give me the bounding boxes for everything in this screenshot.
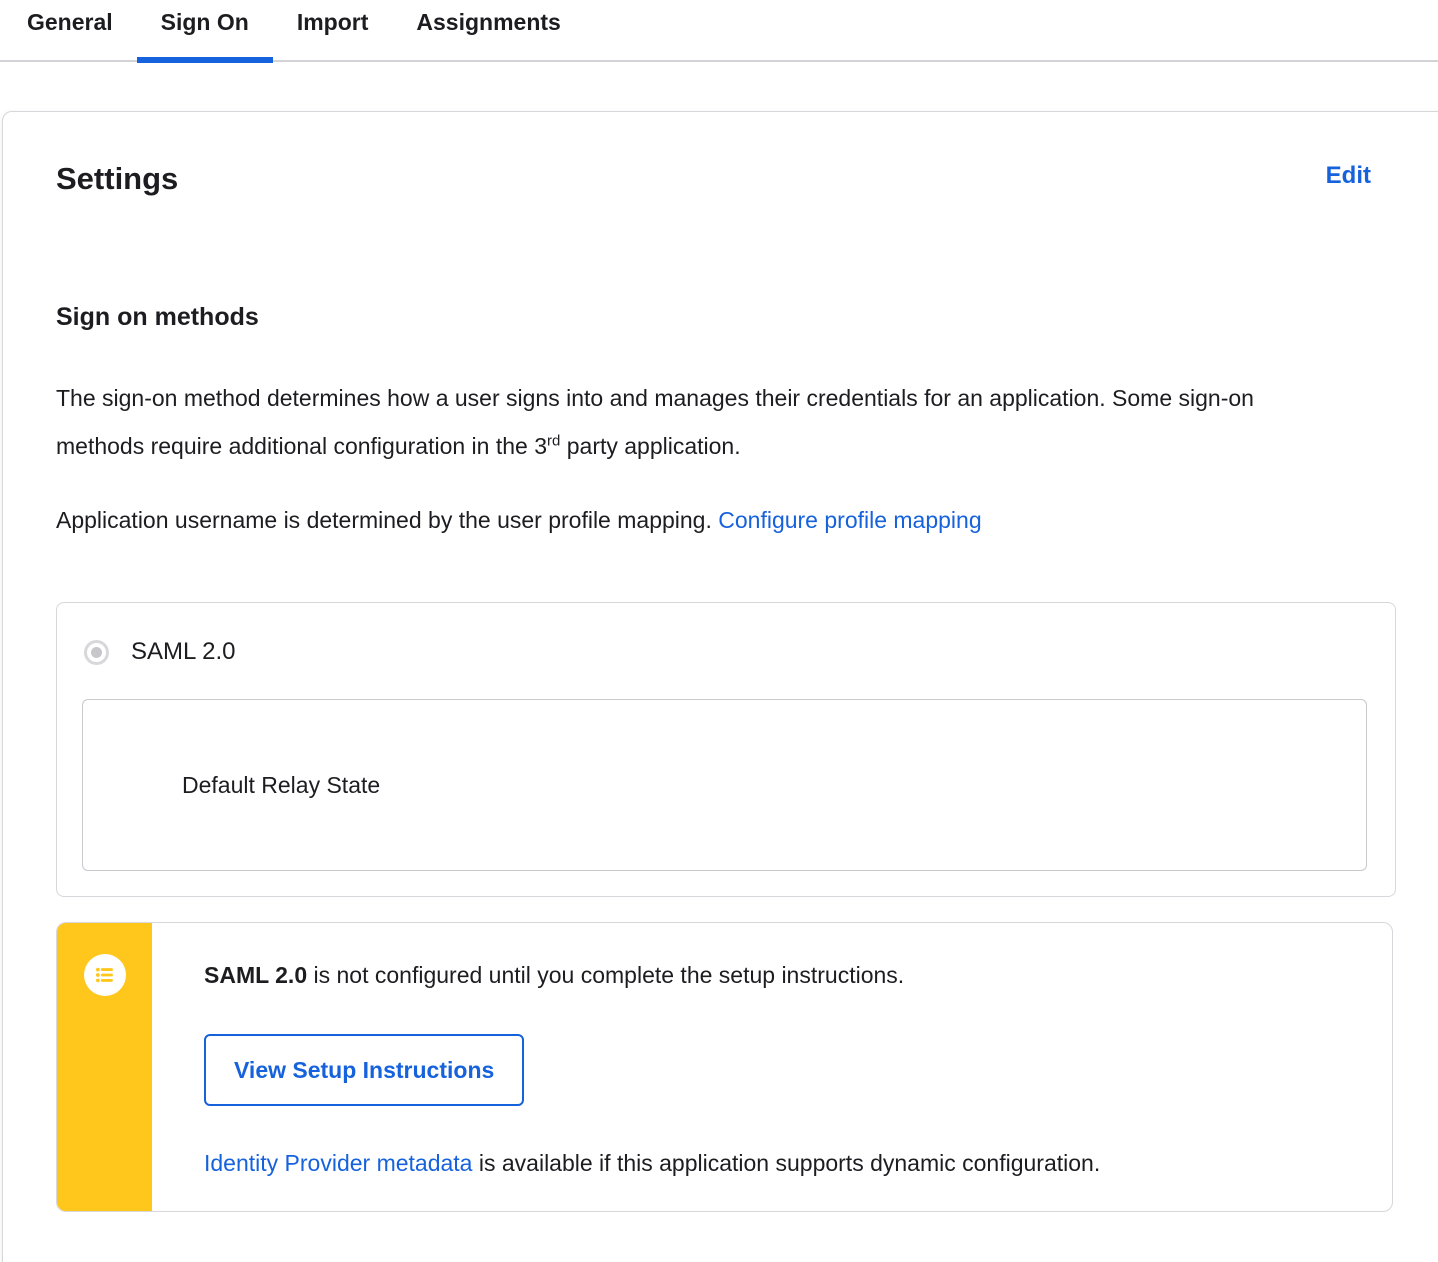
username-mapping-static-text: Application username is determined by th… (56, 507, 719, 533)
sign-on-methods-description: The sign-on method determines how a user… (56, 374, 1296, 470)
callout-method-name: SAML 2.0 (204, 962, 308, 988)
settings-card: Settings Edit Sign on methods The sign-o… (2, 111, 1438, 1262)
callout-content: SAML 2.0 is not configured until you com… (152, 923, 1140, 1211)
identity-provider-metadata-link[interactable]: Identity Provider metadata (204, 1150, 472, 1176)
default-relay-state-label: Default Relay State (182, 771, 381, 798)
description-text-part2: party application. (560, 433, 741, 459)
setup-callout: SAML 2.0 is not configured until you com… (56, 922, 1393, 1212)
configure-profile-mapping-link[interactable]: Configure profile mapping (718, 507, 981, 533)
edit-link[interactable]: Edit (1326, 159, 1371, 193)
metadata-static-text: is available if this application support… (472, 1150, 1101, 1176)
saml-method-label[interactable]: SAML 2.0 (131, 637, 236, 667)
callout-message: SAML 2.0 is not configured until you com… (204, 960, 1100, 990)
callout-message-text: is not configured until you complete the… (307, 962, 905, 988)
tab-import[interactable]: Import (273, 0, 393, 60)
username-mapping-text: Application username is determined by th… (56, 496, 1296, 544)
tab-assignments[interactable]: Assignments (392, 0, 584, 60)
radio-dot (91, 646, 102, 658)
page-title: Settings (56, 161, 179, 196)
default-relay-state-box: Default Relay State (82, 699, 1367, 871)
view-setup-instructions-button[interactable]: View Setup Instructions (204, 1034, 525, 1106)
tab-sign-on[interactable]: Sign On (136, 0, 274, 63)
settings-card-header: Settings Edit (56, 159, 1371, 199)
metadata-availability-text: Identity Provider metadata is available … (204, 1148, 1100, 1178)
saml-radio-row: SAML 2.0 (84, 637, 1395, 667)
saml-radio-button[interactable] (84, 639, 109, 665)
list-icon (83, 954, 126, 996)
sign-on-methods-heading: Sign on methods (56, 303, 259, 331)
description-superscript: rd (547, 432, 561, 450)
callout-accent-bar (57, 923, 152, 1211)
saml-method-box: SAML 2.0 Default Relay State (56, 602, 1396, 897)
tab-general[interactable]: General (3, 0, 137, 60)
app-tab-bar: General Sign On Import Assignments (0, 0, 1438, 63)
